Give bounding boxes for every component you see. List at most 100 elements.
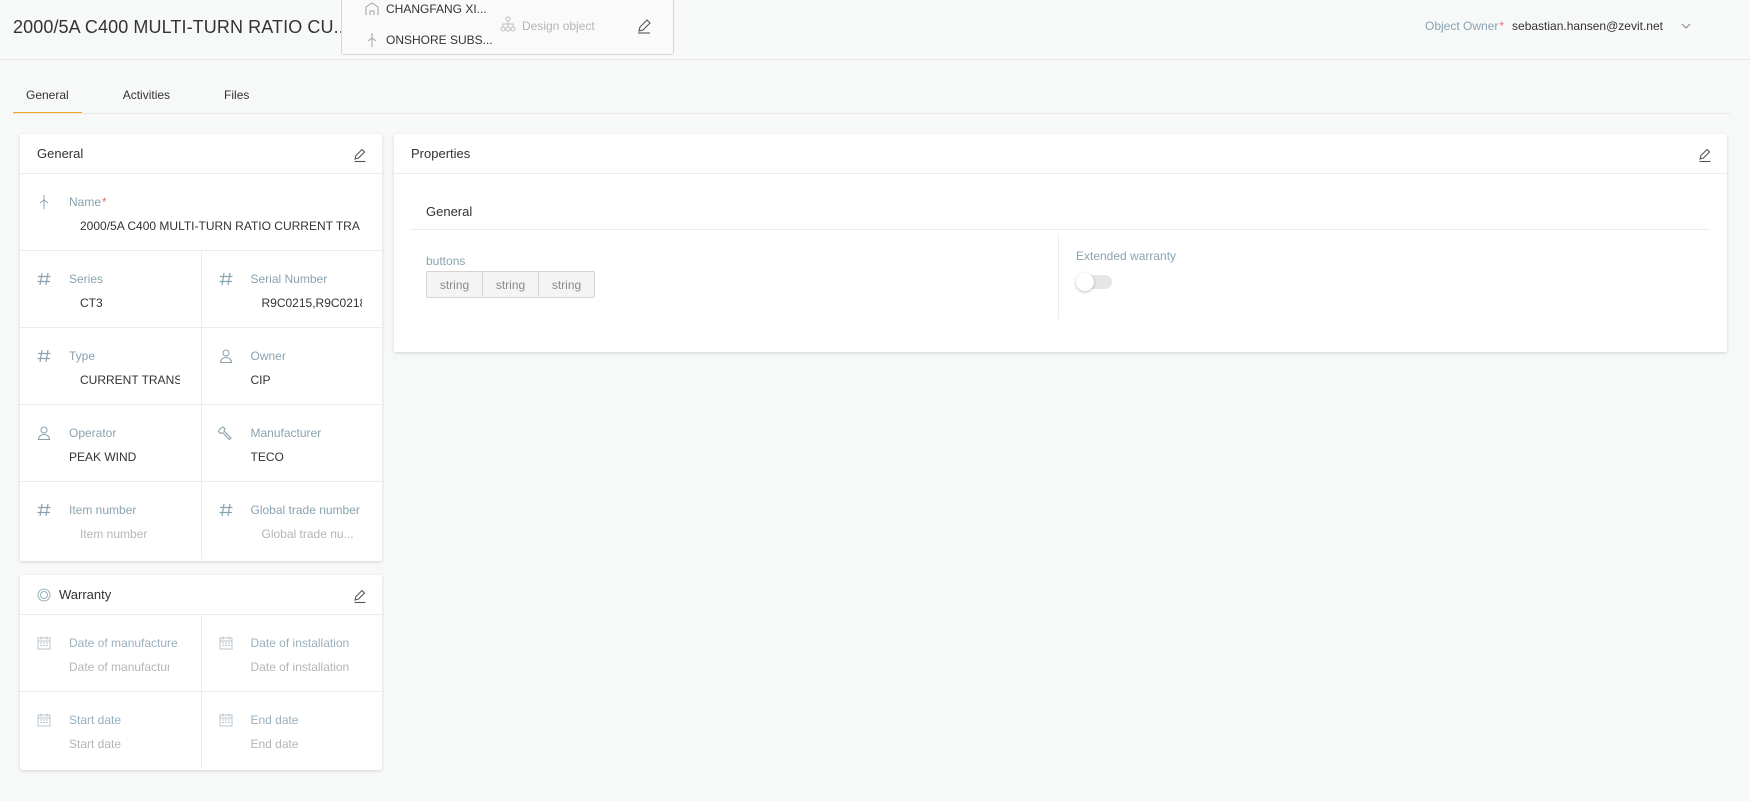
name-label: Name* xyxy=(69,195,107,209)
date-of-manufacture-field[interactable]: Date of manufacture Date of manufacture xyxy=(20,615,201,692)
end-date-field[interactable]: End date End date xyxy=(200,692,383,769)
user-icon xyxy=(35,424,53,442)
type-label: Type xyxy=(69,349,96,363)
wrench-icon xyxy=(217,424,235,442)
buttons-property: buttons string string string xyxy=(410,234,1059,319)
name-value: 2000/5A C400 MULTI-TURN RATIO CURRENT TR… xyxy=(80,219,360,233)
operator-value: PEAK WIND xyxy=(69,450,137,464)
warranty-card-header: Warranty xyxy=(20,575,382,615)
series-row: Series CT3 Serial Number R9C0215,R9C0218 xyxy=(20,251,382,328)
start-date-field[interactable]: Start date Start date xyxy=(20,692,201,769)
location-site-label: CHANGFANG XI... xyxy=(386,2,487,16)
end-date-label: End date xyxy=(250,713,299,727)
start-date-label: Start date xyxy=(69,713,122,727)
calendar-icon xyxy=(217,711,235,729)
start-date-placeholder: Start date xyxy=(69,737,122,751)
toggle-knob xyxy=(1076,273,1094,291)
location-substation[interactable]: ONSHORE SUBS... xyxy=(364,32,493,48)
item-number-field[interactable]: Item number Item number xyxy=(20,482,201,559)
operator-manufacturer-row: Operator PEAK WIND Manufacturer TECO xyxy=(20,405,382,482)
buttons-label: buttons xyxy=(426,254,466,268)
owner-field[interactable]: Owner CIP xyxy=(200,328,383,405)
general-card-header: General xyxy=(20,134,382,174)
calendar-icon xyxy=(217,634,235,652)
operator-label: Operator xyxy=(69,426,117,440)
manufacturer-label: Manufacturer xyxy=(250,426,322,440)
header-bar: 2000/5A C400 MULTI-TURN RATIO CU... CHAN… xyxy=(0,0,1750,60)
date-of-installation-placeholder: Date of installation xyxy=(250,660,350,674)
general-card: General Name* 2000/5A C400 MULTI-TURN RA… xyxy=(20,134,382,561)
type-value: CURRENT TRANSI xyxy=(80,373,180,387)
item-number-label: Item number xyxy=(69,503,137,517)
hash-icon xyxy=(35,501,53,519)
serial-number-field[interactable]: Serial Number R9C0215,R9C0218 xyxy=(200,251,383,328)
warranty-period-row: Start date Start date End date End date xyxy=(20,692,382,769)
segment-button-1[interactable]: string xyxy=(426,271,483,298)
location-site[interactable]: CHANGFANG XI... xyxy=(364,1,487,17)
buttons-segmented-control: string string string xyxy=(426,271,595,298)
global-trade-number-label: Global trade number xyxy=(250,503,360,517)
page-title: 2000/5A C400 MULTI-TURN RATIO CU... xyxy=(13,17,349,37)
calendar-icon xyxy=(35,711,53,729)
general-edit-icon[interactable] xyxy=(352,147,368,163)
hash-icon xyxy=(35,270,53,288)
tab-activities[interactable]: Activities xyxy=(110,70,183,114)
tab-files[interactable]: Files xyxy=(211,70,262,114)
name-field[interactable]: Name* 2000/5A C400 MULTI-TURN RATIO CURR… xyxy=(20,174,382,251)
date-of-installation-field[interactable]: Date of installation Date of installatio… xyxy=(200,615,383,692)
warranty-dates-row: Date of manufacture Date of manufacture … xyxy=(20,615,382,692)
warranty-card-title: Warranty xyxy=(59,587,112,602)
wind-turbine-icon xyxy=(35,193,53,211)
location-selector[interactable]: CHANGFANG XI... ONSHORE SUBS... Design o… xyxy=(341,0,674,55)
user-icon xyxy=(217,347,235,365)
location-edit-icon[interactable] xyxy=(635,17,653,35)
hierarchy-icon xyxy=(500,16,516,35)
tab-general[interactable]: General xyxy=(13,70,82,114)
properties-card-header: Properties xyxy=(394,134,1727,174)
end-date-placeholder: End date xyxy=(250,737,299,751)
segment-button-3[interactable]: string xyxy=(538,271,595,298)
hash-icon xyxy=(217,270,235,288)
object-owner-label: Object Owner xyxy=(1425,19,1499,33)
series-label: Series xyxy=(69,272,104,286)
series-value: CT3 xyxy=(80,296,103,310)
properties-card: Properties General buttons string string… xyxy=(394,134,1727,352)
properties-card-title: Properties xyxy=(411,146,471,161)
manufacturer-value: TECO xyxy=(250,450,284,464)
hash-icon xyxy=(217,501,235,519)
tabs-divider xyxy=(13,113,1730,114)
extended-warranty-toggle[interactable] xyxy=(1076,273,1114,291)
properties-edit-icon[interactable] xyxy=(1697,147,1713,163)
serial-number-value: R9C0215,R9C0218 xyxy=(261,296,362,310)
location-substation-label: ONSHORE SUBS... xyxy=(386,33,493,47)
warranty-card: Warranty Date of manufacture Date of man… xyxy=(20,575,382,770)
object-owner[interactable]: Object Owner * sebastian.hansen@zevit.net xyxy=(1425,19,1693,33)
segment-button-2[interactable]: string xyxy=(482,271,539,298)
date-of-manufacture-label: Date of manufacture xyxy=(69,636,178,650)
type-field[interactable]: Type CURRENT TRANSI xyxy=(20,328,201,405)
tab-bar: General Activities Files xyxy=(13,70,262,114)
extended-warranty-label: Extended warranty xyxy=(1076,249,1177,263)
design-object-label: Design object xyxy=(522,18,595,33)
object-owner-value: sebastian.hansen@zevit.net xyxy=(1512,19,1663,33)
series-field[interactable]: Series CT3 xyxy=(20,251,201,328)
warranty-badge-icon xyxy=(37,588,51,602)
calendar-icon xyxy=(35,634,53,652)
design-object[interactable]: Design object xyxy=(500,16,595,35)
global-trade-number-field[interactable]: Global trade number Global trade nu... xyxy=(200,482,383,559)
date-of-installation-label: Date of installation xyxy=(250,636,350,650)
serial-number-label: Serial Number xyxy=(250,272,328,286)
numbers-row: Item number Item number Global trade num… xyxy=(20,482,382,559)
manufacturer-field[interactable]: Manufacturer TECO xyxy=(200,405,383,482)
hash-icon xyxy=(35,347,53,365)
chevron-down-icon[interactable] xyxy=(1679,19,1693,33)
warranty-edit-icon[interactable] xyxy=(352,588,368,604)
extended-warranty-property: Extended warranty xyxy=(1060,234,1660,319)
building-icon xyxy=(364,1,380,17)
operator-field[interactable]: Operator PEAK WIND xyxy=(20,405,201,482)
date-of-manufacture-placeholder: Date of manufacture xyxy=(69,660,169,674)
owner-value: CIP xyxy=(250,373,271,387)
owner-label: Owner xyxy=(250,349,286,363)
type-owner-row: Type CURRENT TRANSI Owner CIP xyxy=(20,328,382,405)
wind-turbine-icon xyxy=(364,32,380,48)
